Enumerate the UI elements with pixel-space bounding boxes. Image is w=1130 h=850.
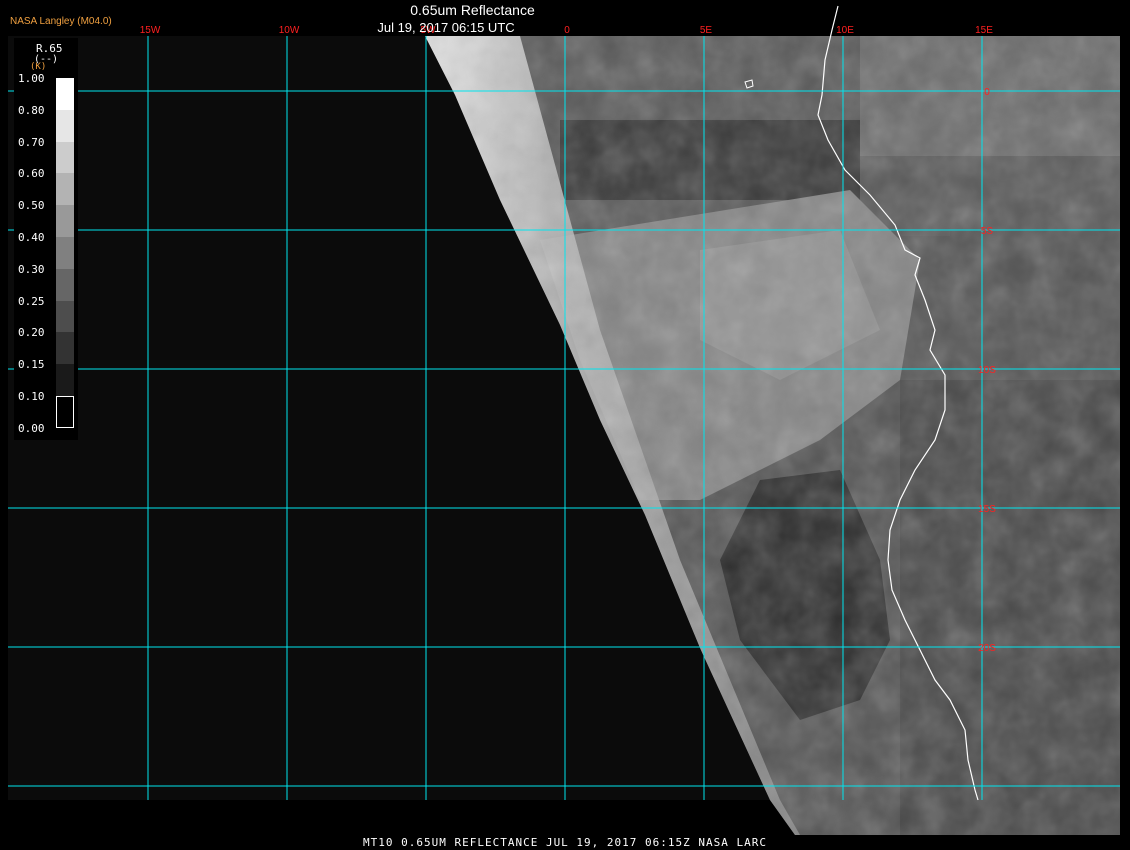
- legend-tick-label: 0.20: [18, 326, 45, 340]
- legend-swatch: [56, 364, 74, 397]
- legend-tick-label: 0.15: [18, 358, 45, 372]
- legend-tick-label: 0.60: [18, 167, 45, 181]
- footer-caption: MT10 0.65UM REFLECTANCE JUL 19, 2017 06:…: [363, 836, 767, 849]
- legend-swatch: [56, 173, 74, 206]
- legend-tick-label: 0.00: [18, 421, 45, 435]
- legend-swatch: [56, 237, 74, 270]
- legend-swatch: [56, 396, 74, 429]
- satellite-map: 15W 10W 5W 0 5E 10E 15E 0 5S 10S 15S 20S NASA Langl…: [0, 0, 1130, 850]
- latitude-label: 0: [984, 87, 990, 98]
- legend-swatch: [56, 332, 74, 365]
- legend-swatch: [56, 300, 74, 333]
- legend-tick-label: 0.10: [18, 390, 45, 403]
- latitude-label: 20S: [978, 643, 996, 654]
- map-datetime: Jul 19, 2017 06:15 UTC: [377, 20, 515, 35]
- legend-swatch: [56, 268, 74, 302]
- latitude-label: 5S: [981, 226, 994, 237]
- legend-swatch: [56, 141, 74, 174]
- legend-tick-label: 0.70: [18, 135, 45, 149]
- legend-unit-alt: (K): [30, 62, 47, 72]
- legend-tick-label: 0.25: [18, 294, 45, 308]
- legend-tick-label: 0.30: [18, 262, 45, 276]
- legend-tick-label: 0.80: [18, 103, 45, 117]
- legend-tick-label: 1.00: [18, 72, 45, 85]
- legend-tick-label: 0.40: [18, 231, 45, 244]
- legend-tick-label: 0.50: [18, 199, 45, 213]
- legend-swatch: [56, 205, 74, 238]
- latitude-label: 10S: [978, 365, 996, 376]
- reflectance-map-svg: 15W 10W 5W 0 5E 10E 15E05S10S15S20S: [8, 5, 1120, 835]
- legend-swatch: [56, 109, 74, 143]
- latitude-label: 15S: [978, 504, 996, 515]
- map-title: 0.65um Reflectance: [410, 2, 535, 18]
- longitude-label: 15E: [975, 25, 993, 36]
- legend-swatch: [56, 78, 74, 111]
